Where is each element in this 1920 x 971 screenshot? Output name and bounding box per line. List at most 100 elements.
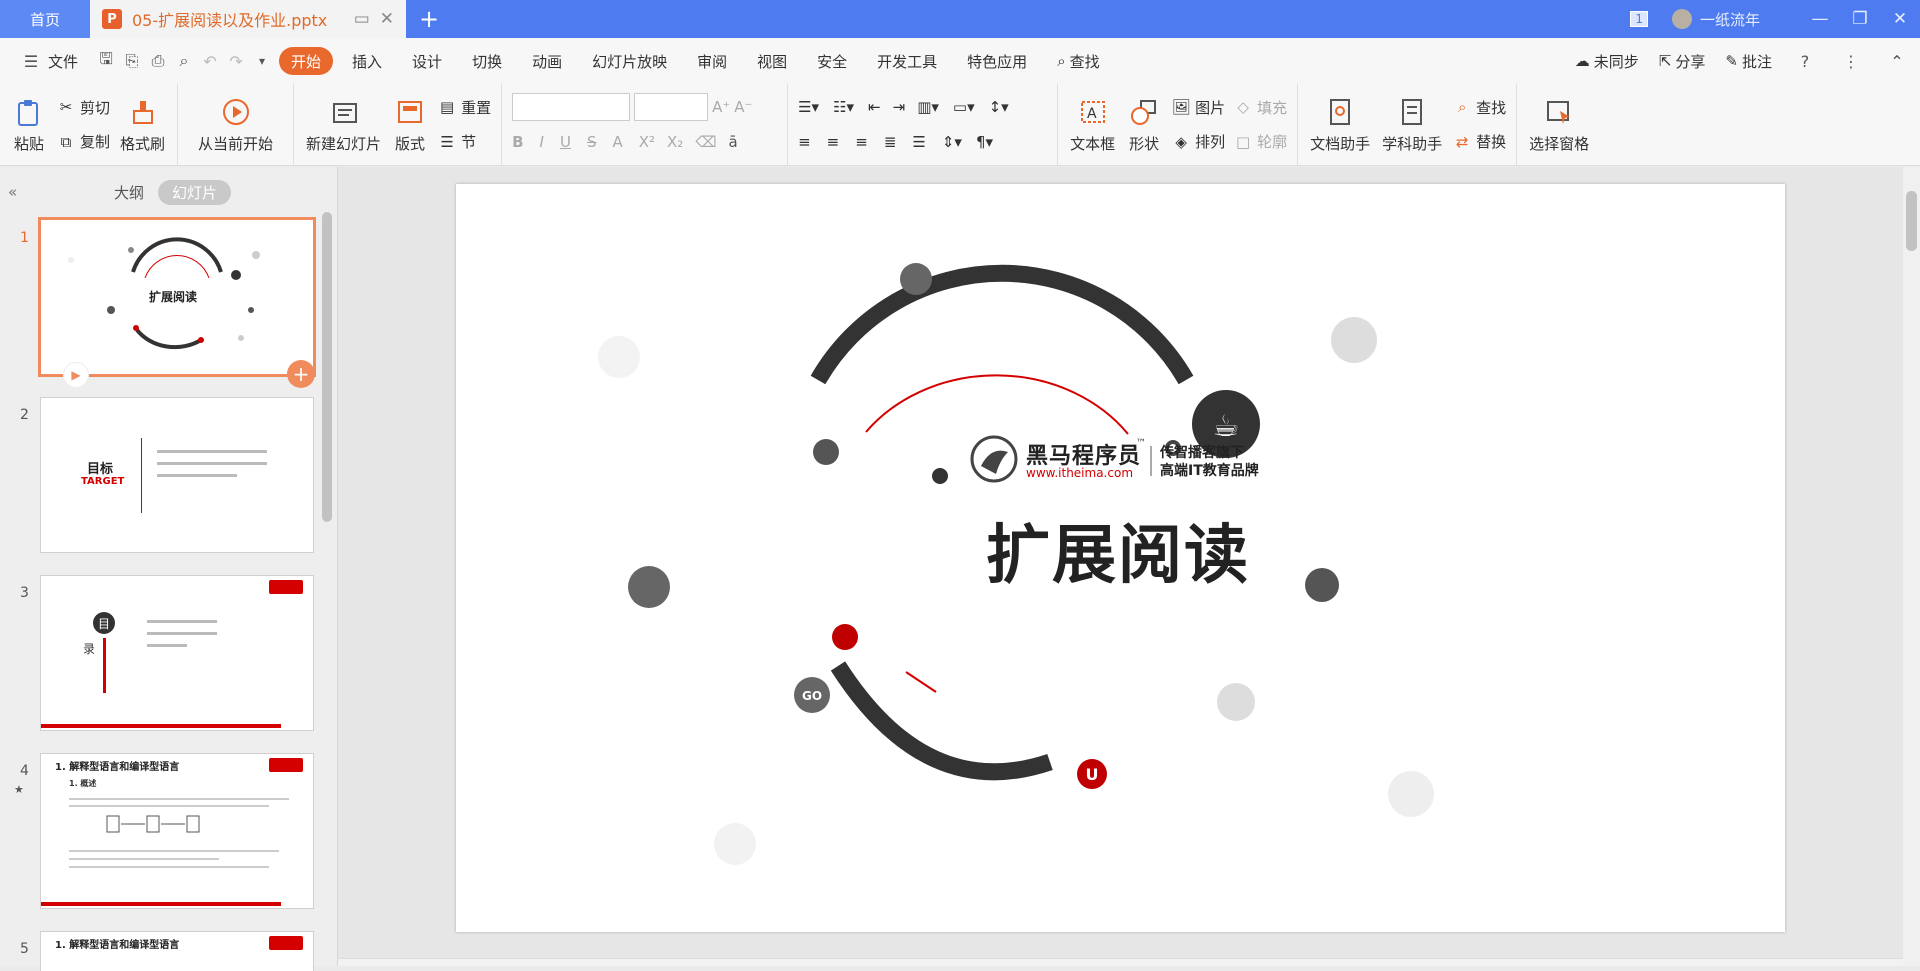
annotate-button[interactable]: ✎ 批注 — [1725, 47, 1772, 75]
slide-thumbnail-4[interactable]: 1. 解释型语言和编译型语言 1. 概述 — [40, 753, 314, 909]
from-current-button[interactable]: 从当前开始 — [184, 84, 287, 165]
add-slide-icon[interactable]: + — [287, 360, 315, 388]
search-command[interactable]: ⌕ 查找 — [1042, 47, 1114, 75]
customize-quick-access-icon[interactable]: ▾ — [249, 54, 275, 68]
tab-features[interactable]: 特色应用 — [952, 47, 1042, 75]
decrease-indent-icon[interactable]: ⇤ — [868, 98, 881, 116]
close-tab-icon[interactable]: ✕ — [380, 9, 394, 29]
slide-title[interactable]: 扩展阅读 — [986, 504, 1250, 596]
new-slide-button[interactable]: 新建幻灯片 — [300, 84, 387, 165]
more-options-icon[interactable]: ⋮ — [1838, 52, 1864, 71]
distribute-icon[interactable]: ☰ — [912, 133, 925, 151]
panel-scrollbar[interactable] — [322, 212, 332, 522]
copy-button[interactable]: ⧉ 复制 — [56, 128, 110, 156]
change-case-icon[interactable]: ā — [729, 133, 738, 151]
font-color-icon[interactable]: A — [612, 133, 622, 151]
align-left-icon[interactable]: ≡ — [798, 133, 811, 151]
close-window-icon[interactable]: ✕ — [1880, 9, 1920, 29]
fill-button[interactable]: ◇ 填充 — [1233, 93, 1287, 121]
hamburger-icon[interactable]: ☰ — [18, 52, 44, 71]
text-box-icon[interactable]: ▭▾ — [953, 98, 975, 116]
redo-icon[interactable]: ↷ — [223, 52, 249, 71]
spacing-icon[interactable]: ⇕▾ — [942, 133, 962, 151]
doc-helper-button[interactable]: 文档助手 — [1304, 84, 1376, 165]
replace-button[interactable]: ⇄ 替换 — [1452, 128, 1506, 156]
minimize-icon[interactable]: — — [1800, 9, 1840, 29]
restore-icon[interactable]: ❐ — [1840, 9, 1880, 29]
decrease-font-icon[interactable]: A⁻ — [734, 98, 752, 116]
tab-slides[interactable]: 幻灯片 — [158, 179, 232, 205]
tab-animations[interactable]: 动画 — [517, 47, 577, 75]
picture-button[interactable]: 🖼 图片 — [1171, 93, 1226, 121]
tab-design[interactable]: 设计 — [397, 47, 457, 75]
paragraph-settings-icon[interactable]: ¶▾ — [976, 133, 993, 151]
current-slide[interactable]: ☕ GO U 黑马程序员 ™ www.itheima.com 传智播客旗下 高端… — [456, 184, 1785, 932]
numbering-icon[interactable]: ☷▾ — [833, 98, 854, 116]
tab-insert[interactable]: 插入 — [337, 47, 397, 75]
columns-icon[interactable]: ▥▾ — [917, 98, 939, 116]
thumbnail-play-icon[interactable]: ▶ — [63, 362, 89, 388]
select-pane-button[interactable]: 选择窗格 — [1523, 84, 1595, 165]
notes-pane[interactable] — [338, 958, 1903, 966]
tab-slideshow[interactable]: 幻灯片放映 — [577, 47, 682, 75]
superscript-icon[interactable]: X² — [639, 133, 655, 151]
reset-button[interactable]: ▤ 重置 — [437, 93, 491, 121]
help-icon[interactable]: ? — [1792, 52, 1818, 71]
collapse-ribbon-icon[interactable]: ⌃ — [1884, 52, 1910, 71]
subscript-icon[interactable]: X₂ — [667, 133, 683, 151]
undo-icon[interactable]: ↶ — [197, 52, 223, 71]
home-tab[interactable]: 首页 — [0, 0, 90, 38]
outline-button[interactable]: □ 轮廓 — [1233, 128, 1287, 156]
increase-font-icon[interactable]: A⁺ — [712, 98, 730, 116]
print-icon[interactable]: ⎙ — [145, 51, 171, 71]
align-center-icon[interactable]: ≡ — [827, 133, 840, 151]
tab-view[interactable]: 视图 — [742, 47, 802, 75]
collapse-panel-icon[interactable]: « — [8, 183, 17, 201]
section-button[interactable]: ☰ 节 — [437, 128, 491, 156]
bold-icon[interactable]: B — [512, 133, 523, 151]
slide-thumbnail-1[interactable]: 扩展阅读 ▶ + — [38, 217, 316, 388]
print-preview-icon[interactable]: ⌕ — [171, 51, 197, 71]
align-right-icon[interactable]: ≡ — [855, 133, 868, 151]
subject-helper-button[interactable]: 学科助手 — [1376, 84, 1448, 165]
tab-developer[interactable]: 开发工具 — [862, 47, 952, 75]
monitor-icon[interactable]: ▭ — [354, 9, 370, 29]
sync-status[interactable]: ☁ 未同步 — [1575, 47, 1639, 75]
bullets-icon[interactable]: ☰▾ — [798, 98, 819, 116]
tab-home[interactable]: 开始 — [279, 47, 334, 75]
tab-outline[interactable]: 大纲 — [100, 180, 158, 205]
underline-icon[interactable]: U — [560, 133, 571, 151]
italic-icon[interactable]: I — [540, 133, 544, 151]
format-painter-button[interactable]: 格式刷 — [114, 84, 171, 165]
arrange-button[interactable]: ◈ 排列 — [1171, 128, 1225, 156]
file-menu[interactable]: 文件 — [44, 47, 93, 75]
tab-transitions[interactable]: 切换 — [457, 47, 517, 75]
find-button[interactable]: ⌕ 查找 — [1452, 93, 1506, 121]
increase-indent-icon[interactable]: ⇥ — [893, 98, 906, 116]
save-icon[interactable]: 🖫 — [93, 48, 119, 75]
line-spacing-icon[interactable]: ↕▾ — [989, 98, 1009, 116]
slide-thumbnail-2[interactable]: 目标 TARGET — [40, 397, 314, 553]
textbox-button[interactable]: A 文本框 — [1064, 84, 1121, 165]
canvas-scrollbar-thumb[interactable] — [1906, 191, 1917, 251]
font-family-select[interactable] — [512, 93, 631, 122]
shape-button[interactable]: 形状 — [1121, 84, 1167, 165]
justify-icon[interactable]: ≣ — [884, 133, 897, 151]
window-count-badge[interactable]: 1 — [1630, 11, 1648, 27]
layout-button[interactable]: 版式 — [387, 84, 433, 165]
export-pdf-icon[interactable]: ⎘ — [119, 51, 145, 71]
font-size-select[interactable] — [634, 93, 709, 122]
canvas-scrollbar[interactable] — [1903, 167, 1920, 966]
user-name[interactable]: 一纸流年 — [1700, 9, 1760, 30]
tab-security[interactable]: 安全 — [802, 47, 862, 75]
clear-format-icon[interactable]: ⌫ — [695, 133, 716, 151]
new-tab-button[interactable]: + — [406, 0, 452, 38]
share-button[interactable]: ⇱ 分享 — [1659, 47, 1706, 75]
avatar[interactable] — [1671, 9, 1692, 29]
slide-thumbnail-5[interactable]: 1. 解释型语言和编译型语言 — [40, 931, 314, 971]
paste-button[interactable]: 粘贴 — [6, 84, 52, 165]
strikethrough-icon[interactable]: S — [587, 133, 597, 151]
slide-thumbnail-3[interactable]: 目 录 — [40, 575, 314, 731]
cut-button[interactable]: ✂ 剪切 — [56, 93, 110, 121]
document-tab[interactable]: P 05-扩展阅读以及作业.pptx ▭ ✕ — [90, 0, 406, 38]
